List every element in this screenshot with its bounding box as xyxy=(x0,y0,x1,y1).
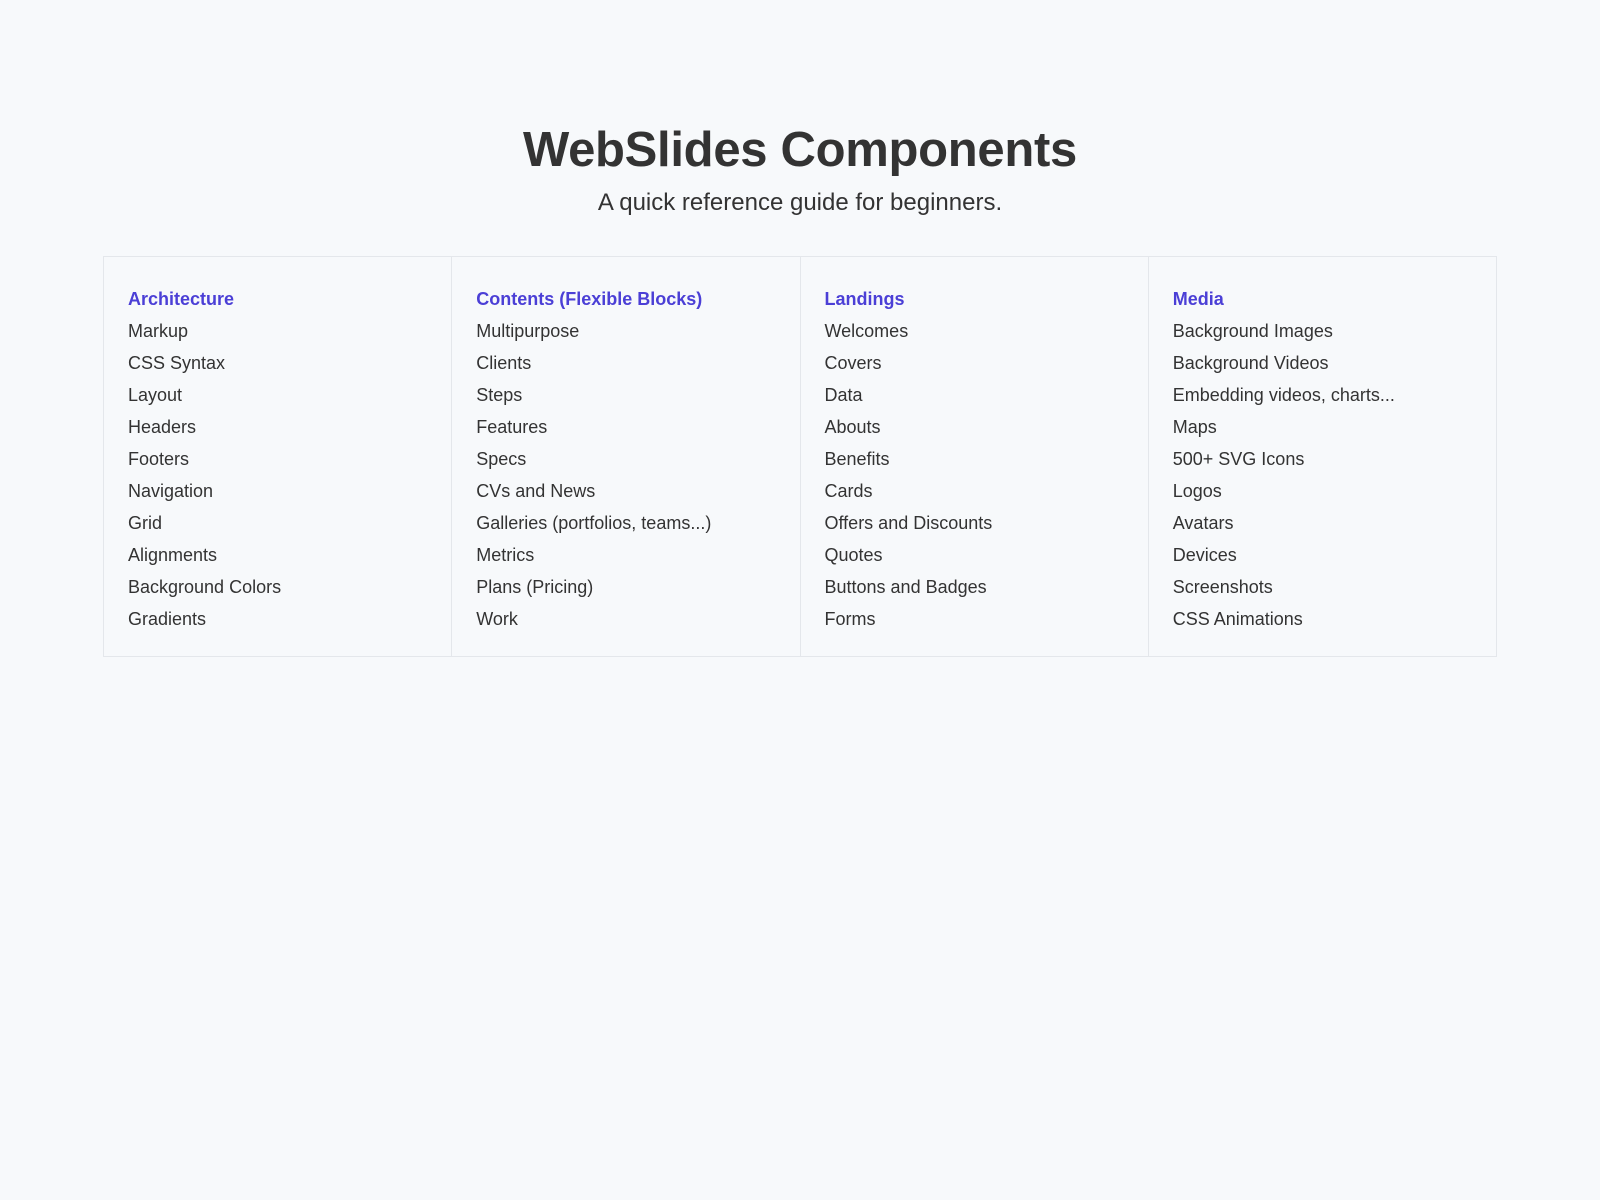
page-title: WebSlides Components xyxy=(523,123,1077,177)
list-item[interactable]: Layout xyxy=(128,379,451,411)
list-item[interactable]: Covers xyxy=(825,347,1148,379)
list-item[interactable]: Alignments xyxy=(128,539,451,571)
list-item[interactable]: Welcomes xyxy=(825,315,1148,347)
list-item[interactable]: Grid xyxy=(128,507,451,539)
column-architecture: Architecture Markup CSS Syntax Layout He… xyxy=(104,257,453,656)
column-list-contents: Multipurpose Clients Steps Features Spec… xyxy=(476,315,799,635)
list-item[interactable]: Devices xyxy=(1173,539,1496,571)
column-heading-architecture[interactable]: Architecture xyxy=(128,283,451,315)
list-item[interactable]: Background Videos xyxy=(1173,347,1496,379)
column-contents: Contents (Flexible Blocks) Multipurpose … xyxy=(452,257,801,656)
list-item[interactable]: Forms xyxy=(825,603,1148,635)
list-item[interactable]: 500+ SVG Icons xyxy=(1173,443,1496,475)
list-item[interactable]: Embedding videos, charts... xyxy=(1173,379,1496,411)
list-item[interactable]: Logos xyxy=(1173,475,1496,507)
components-grid: Architecture Markup CSS Syntax Layout He… xyxy=(103,256,1497,657)
list-item[interactable]: Galleries (portfolios, teams...) xyxy=(476,507,799,539)
list-item[interactable]: Navigation xyxy=(128,475,451,507)
list-item[interactable]: Plans (Pricing) xyxy=(476,571,799,603)
list-item[interactable]: Screenshots xyxy=(1173,571,1496,603)
list-item[interactable]: Background Colors xyxy=(128,571,451,603)
column-list-landings: Welcomes Covers Data Abouts Benefits Car… xyxy=(825,315,1148,635)
page: WebSlides Components A quick reference g… xyxy=(0,0,1600,1200)
list-item[interactable]: Metrics xyxy=(476,539,799,571)
column-heading-landings[interactable]: Landings xyxy=(825,283,1148,315)
column-heading-contents[interactable]: Contents (Flexible Blocks) xyxy=(476,283,799,315)
list-item[interactable]: Footers xyxy=(128,443,451,475)
column-list-media: Background Images Background Videos Embe… xyxy=(1173,315,1496,635)
column-list-architecture: Markup CSS Syntax Layout Headers Footers… xyxy=(128,315,451,635)
column-heading-media[interactable]: Media xyxy=(1173,283,1496,315)
list-item[interactable]: Offers and Discounts xyxy=(825,507,1148,539)
list-item[interactable]: Clients xyxy=(476,347,799,379)
list-item[interactable]: Quotes xyxy=(825,539,1148,571)
list-item[interactable]: Benefits xyxy=(825,443,1148,475)
page-subtitle: A quick reference guide for beginners. xyxy=(597,189,1003,216)
column-landings: Landings Welcomes Covers Data Abouts Ben… xyxy=(801,257,1149,656)
list-item[interactable]: Cards xyxy=(825,475,1148,507)
list-item[interactable]: CVs and News xyxy=(476,475,799,507)
list-item[interactable]: Multipurpose xyxy=(476,315,799,347)
list-item[interactable]: Background Images xyxy=(1173,315,1496,347)
list-item[interactable]: Maps xyxy=(1173,411,1496,443)
list-item[interactable]: Headers xyxy=(128,411,451,443)
list-item[interactable]: Abouts xyxy=(825,411,1148,443)
list-item[interactable]: Work xyxy=(476,603,799,635)
list-item[interactable]: CSS Animations xyxy=(1173,603,1496,635)
list-item[interactable]: Steps xyxy=(476,379,799,411)
list-item[interactable]: Markup xyxy=(128,315,451,347)
list-item[interactable]: Buttons and Badges xyxy=(825,571,1148,603)
list-item[interactable]: Specs xyxy=(476,443,799,475)
list-item[interactable]: Gradients xyxy=(128,603,451,635)
list-item[interactable]: Data xyxy=(825,379,1148,411)
list-item[interactable]: CSS Syntax xyxy=(128,347,451,379)
column-media: Media Background Images Background Video… xyxy=(1149,257,1496,656)
list-item[interactable]: Features xyxy=(476,411,799,443)
list-item[interactable]: Avatars xyxy=(1173,507,1496,539)
